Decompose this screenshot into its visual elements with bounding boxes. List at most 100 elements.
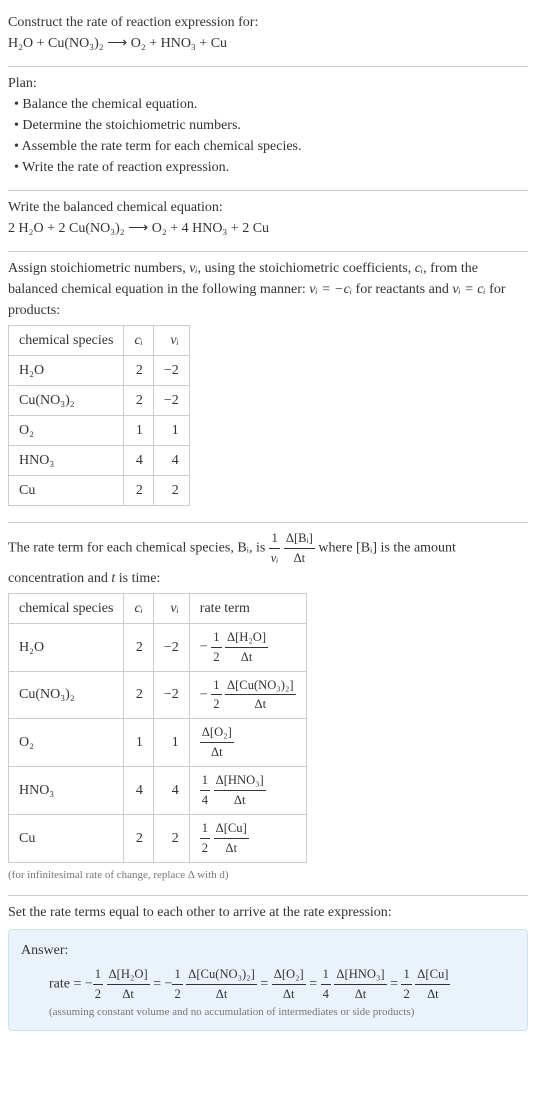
table-row: Cu22 — [9, 476, 190, 506]
cell-c: 2 — [124, 356, 153, 386]
frac-top: Δ[Bᵢ] — [284, 529, 315, 549]
final-section: Set the rate terms equal to each other t… — [8, 898, 528, 1041]
fraction: 12 — [93, 965, 103, 1004]
col-nui: νᵢ — [153, 326, 189, 356]
fraction: Δ[Cu]Δt — [415, 965, 450, 1004]
frac-bot: Δt — [107, 985, 150, 1004]
plan-item: • Balance the chemical equation. — [8, 94, 528, 115]
frac-top: 1 — [211, 628, 221, 648]
cell-species: H₂O — [9, 356, 124, 386]
balanced-section: Write the balanced chemical equation: 2 … — [8, 193, 528, 249]
cell-species: H₂O — [9, 623, 124, 671]
plan-item: • Assemble the rate term for each chemic… — [8, 136, 528, 157]
frac-top: Δ[H₂O] — [107, 965, 150, 985]
frac-bot: 2 — [211, 648, 221, 667]
cell-c: 4 — [124, 446, 153, 476]
text: , using the stoichiometric coefficients, — [198, 261, 415, 276]
fraction: 14 — [200, 771, 210, 810]
table-header-row: chemical species cᵢ νᵢ — [9, 326, 190, 356]
fraction: 14 — [321, 965, 331, 1004]
intro-section: Construct the rate of reaction expressio… — [8, 8, 528, 64]
stoich-table: chemical species cᵢ νᵢ H₂O2−2 Cu(NO₃)₂2−… — [8, 325, 190, 506]
cell-c: 1 — [124, 416, 153, 446]
cell-species: O₂ — [9, 416, 124, 446]
sign: − — [200, 687, 208, 702]
rateterm-table: chemical species cᵢ νᵢ rate term H₂O 2 −… — [8, 593, 307, 863]
fraction: Δ[HNO₃]Δt — [334, 965, 386, 1004]
table-row: H₂O 2 −2 − 12 Δ[H₂O]Δt — [9, 623, 307, 671]
cell-c: 2 — [124, 623, 153, 671]
table-row: Cu(NO₃)₂ 2 −2 − 12 Δ[Cu(NO₃)₂]Δt — [9, 671, 307, 719]
fraction: Δ[Cu(NO₃)₂]Δt — [186, 965, 257, 1004]
divider — [8, 522, 528, 523]
cell-rateterm: 14 Δ[HNO₃]Δt — [189, 767, 306, 815]
sign: − — [165, 977, 173, 992]
answer-note: (assuming constant volume and no accumul… — [21, 1004, 515, 1021]
text: The rate term for each chemical species,… — [8, 541, 269, 556]
frac-bot: Δt — [214, 791, 266, 810]
frac-top: Δ[O₂] — [200, 723, 234, 743]
cell-nu: −2 — [153, 356, 189, 386]
cell-species: HNO₃ — [9, 446, 124, 476]
balanced-equation: 2 H₂O + 2 Cu(NO₃)₂ ⟶ O₂ + 4 HNO₃ + 2 Cu — [8, 218, 528, 239]
frac-bot: 2 — [172, 985, 182, 1004]
relation: νᵢ = cᵢ — [452, 282, 485, 297]
nu-i: νᵢ — [189, 261, 197, 276]
rateterm-heading: The rate term for each chemical species,… — [8, 529, 528, 589]
cell-c: 1 — [124, 719, 153, 767]
frac-top: 1 — [269, 529, 281, 549]
stoich-heading: Assign stoichiometric numbers, νᵢ, using… — [8, 258, 528, 321]
plan-item: • Write the rate of reaction expression. — [8, 157, 528, 178]
table-row: Cu 2 2 12 Δ[Cu]Δt — [9, 814, 307, 862]
frac-top: Δ[O₂] — [272, 965, 306, 985]
equals: = — [153, 977, 164, 992]
cell-nu: −2 — [153, 623, 189, 671]
final-heading: Set the rate terms equal to each other t… — [8, 902, 528, 923]
text: Assign stoichiometric numbers, — [8, 261, 189, 276]
frac-top: Δ[Cu(NO₃)₂] — [186, 965, 257, 985]
rateterm-note: (for infinitesimal rate of change, repla… — [8, 867, 528, 884]
frac-bot: 4 — [200, 791, 210, 810]
equals: = — [390, 977, 401, 992]
divider — [8, 895, 528, 896]
cell-species: O₂ — [9, 719, 124, 767]
cell-nu: 4 — [153, 446, 189, 476]
fraction: Δ[Bᵢ]Δt — [284, 529, 315, 568]
relation: νᵢ = −cᵢ — [309, 282, 352, 297]
frac-bot: 4 — [321, 985, 331, 1004]
fraction: Δ[H₂O]Δt — [225, 628, 268, 667]
frac-top: Δ[H₂O] — [225, 628, 268, 648]
fraction: 12 — [211, 676, 221, 715]
cell-c: 2 — [124, 476, 153, 506]
text: νᵢ — [170, 333, 178, 348]
rate-prefix: rate = — [49, 977, 85, 992]
fraction: 12 — [211, 628, 221, 667]
fraction: Δ[H₂O]Δt — [107, 965, 150, 1004]
col-species: chemical species — [9, 326, 124, 356]
table-row: H₂O2−2 — [9, 356, 190, 386]
frac-top: 1 — [200, 819, 210, 839]
plan-heading: Plan: — [8, 73, 528, 94]
col-ci: cᵢ — [124, 593, 153, 623]
frac-top: 1 — [93, 965, 103, 985]
answer-label: Answer: — [21, 940, 515, 961]
sign: − — [200, 639, 208, 654]
divider — [8, 190, 528, 191]
sign: − — [85, 977, 93, 992]
frac-bot: Δt — [334, 985, 386, 1004]
fraction: Δ[O₂]Δt — [200, 723, 234, 762]
text: νᵢ — [170, 601, 178, 616]
cell-species: Cu — [9, 814, 124, 862]
frac-bot: Δt — [186, 985, 257, 1004]
frac-top: Δ[Cu] — [214, 819, 249, 839]
equals: = — [309, 977, 320, 992]
intro-equation: H₂O + Cu(NO₃)₂ ⟶ O₂ + HNO₃ + Cu — [8, 33, 528, 54]
fraction: 12 — [401, 965, 411, 1004]
frac-bot: 2 — [200, 839, 210, 858]
table-row: O₂ 1 1 Δ[O₂]Δt — [9, 719, 307, 767]
text: νᵢ — [271, 551, 279, 565]
frac-top: 1 — [172, 965, 182, 985]
balanced-heading: Write the balanced chemical equation: — [8, 197, 528, 218]
answer-box: Answer: rate = −12 Δ[H₂O]Δt = −12 Δ[Cu(N… — [8, 929, 528, 1031]
cell-nu: −2 — [153, 386, 189, 416]
